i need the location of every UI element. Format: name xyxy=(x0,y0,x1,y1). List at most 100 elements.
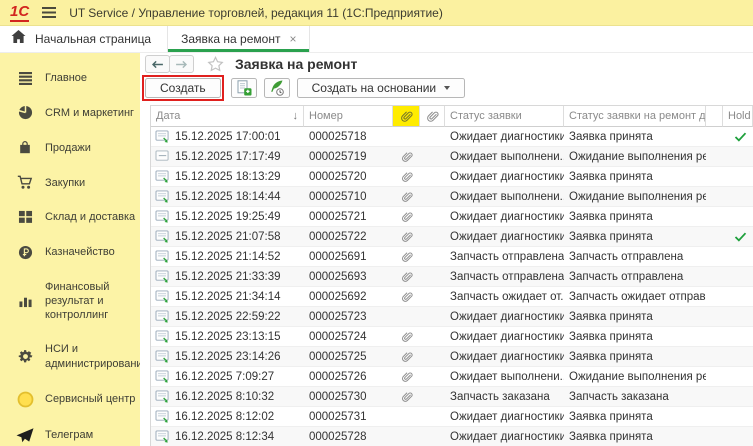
cell-attachment xyxy=(393,187,420,206)
repair-requests-table: Дата ↓ Номер Статус заявки Статус заявки… xyxy=(150,105,753,446)
sidebar-item-nsi-admin[interactable]: НСИ и администрирование xyxy=(0,332,140,381)
cell-status: Ожидает диагностики xyxy=(445,127,564,146)
date-value: 15.12.2025 19:25:49 xyxy=(175,211,281,223)
column-header-status-client[interactable]: Статус заявки на ремонт для кл... xyxy=(564,106,706,127)
menu-lines-icon xyxy=(16,72,34,85)
table-row[interactable]: 16.12.2025 8:12:34000025728Ожидает диагн… xyxy=(151,427,753,446)
cell-spacer xyxy=(706,207,723,226)
cell-number: 000025719 xyxy=(304,147,393,166)
cell-hold xyxy=(723,287,753,306)
sidebar-item-telegram[interactable]: Телеграм xyxy=(0,418,140,446)
create-button[interactable]: Создать xyxy=(145,78,221,98)
cell-number: 000025726 xyxy=(304,367,393,386)
cell-attachment xyxy=(393,407,420,426)
cell-attachment xyxy=(393,307,420,326)
table-row[interactable]: 15.12.2025 21:33:39000025693Запчасть отп… xyxy=(151,267,753,287)
cell-number: 000025731 xyxy=(304,407,393,426)
table-row[interactable]: 15.12.2025 18:13:29000025720Ожидает диаг… xyxy=(151,167,753,187)
cell-status-client: Запчасть отправлена xyxy=(564,267,706,286)
tab-close-icon[interactable]: × xyxy=(289,33,296,45)
column-header-attachment-highlighted[interactable] xyxy=(393,106,420,127)
document-icon xyxy=(155,150,170,163)
sidebar-item-warehouse[interactable]: Склад и доставка xyxy=(0,200,140,234)
cell-attachment xyxy=(393,327,420,346)
yellow-circle-icon xyxy=(16,391,34,408)
sort-descending-icon: ↓ xyxy=(293,110,299,122)
date-value: 15.12.2025 23:13:15 xyxy=(175,331,281,343)
home-tab-label: Начальная страница xyxy=(35,32,151,46)
sidebar-item-label: CRM и маркетинг xyxy=(45,106,134,120)
copy-document-button[interactable] xyxy=(231,78,257,98)
date-value: 15.12.2025 21:14:52 xyxy=(175,251,281,263)
main-menu-icon[interactable] xyxy=(42,7,56,18)
sidebar-item-crm[interactable]: CRM и маркетинг xyxy=(0,95,140,130)
date-value: 15.12.2025 21:33:39 xyxy=(175,271,281,283)
paper-plane-icon xyxy=(16,428,34,443)
document-posted-icon xyxy=(155,350,170,363)
table-row[interactable]: 15.12.2025 19:25:49000025721Ожидает диаг… xyxy=(151,207,753,227)
cell-attachment xyxy=(393,167,420,186)
cell-hold xyxy=(723,207,753,226)
cell-status-client: Ожидание выполнения ремонта xyxy=(564,367,706,386)
back-button[interactable] xyxy=(145,55,170,73)
sidebar-item-purchases[interactable]: Закупки xyxy=(0,165,140,200)
sidebar-item-sales[interactable]: Продажи xyxy=(0,130,140,165)
table-row[interactable]: 15.12.2025 21:34:14000025692Запчасть ожи… xyxy=(151,287,753,307)
table-row[interactable]: 16.12.2025 8:10:32000025730Запчасть зака… xyxy=(151,387,753,407)
document-posted-icon xyxy=(155,310,170,323)
feather-clock-button[interactable] xyxy=(264,78,290,98)
app-window: 1С UT Service / Управление торговлей, ре… xyxy=(0,0,753,446)
sidebar-item-main[interactable]: Главное xyxy=(0,61,140,95)
document-posted-icon xyxy=(155,370,170,383)
sidebar-item-treasury[interactable]: Казначейство xyxy=(0,235,140,270)
cell-status: Ожидает выполнени... xyxy=(445,147,564,166)
column-header-status[interactable]: Статус заявки xyxy=(445,106,564,127)
table-row[interactable]: 15.12.2025 21:14:52000025691Запчасть отп… xyxy=(151,247,753,267)
cell-date: 15.12.2025 21:33:39 xyxy=(151,267,304,286)
create-based-on-button[interactable]: Создать на основании xyxy=(297,78,466,98)
table-row[interactable]: 15.12.2025 23:14:26000025725Ожидает диаг… xyxy=(151,347,753,367)
cell-spacer xyxy=(706,367,723,386)
table-row[interactable]: 15.12.2025 23:13:15000025724Ожидает диаг… xyxy=(151,327,753,347)
table-row[interactable]: 15.12.2025 17:17:49000025719Ожидает выпо… xyxy=(151,147,753,167)
document-posted-icon xyxy=(155,170,170,183)
table-row[interactable]: 15.12.2025 18:14:44000025710Ожидает выпо… xyxy=(151,187,753,207)
check-icon xyxy=(734,232,747,242)
cell-date: 16.12.2025 8:12:02 xyxy=(151,407,304,426)
forward-button[interactable] xyxy=(169,55,194,73)
sidebar-menu: Главное CRM и маркетинг ПродажиЗакупки Скла… xyxy=(0,53,140,446)
cell-attachment-2 xyxy=(420,307,445,326)
document-posted-icon xyxy=(155,290,170,303)
sidebar-item-label: Казначейство xyxy=(45,245,115,259)
home-tab[interactable]: Начальная страница xyxy=(0,26,167,52)
cell-status-client: Запчасть ожидает отправку xyxy=(564,287,706,306)
document-posted-icon xyxy=(155,250,170,263)
cell-attachment xyxy=(393,147,420,166)
table-row[interactable]: 16.12.2025 7:09:27000025726Ожидает выпол… xyxy=(151,367,753,387)
cell-spacer xyxy=(706,387,723,406)
column-header-date[interactable]: Дата ↓ xyxy=(151,106,304,127)
cell-attachment xyxy=(393,427,420,446)
column-header-hold[interactable]: Hold xyxy=(723,106,753,127)
table-row[interactable]: 15.12.2025 22:59:22000025723Ожидает диаг… xyxy=(151,307,753,327)
cell-date: 16.12.2025 8:10:32 xyxy=(151,387,304,406)
date-value: 15.12.2025 18:13:29 xyxy=(175,171,281,183)
cell-hold xyxy=(723,407,753,426)
sidebar-item-service-center[interactable]: Сервисный центр xyxy=(0,381,140,418)
document-posted-icon xyxy=(155,330,170,343)
cell-attachment xyxy=(393,387,420,406)
column-header-attachment[interactable] xyxy=(420,106,445,127)
favorite-star-icon[interactable] xyxy=(207,56,224,72)
table-row[interactable]: 15.12.2025 21:07:58000025722Ожидает диаг… xyxy=(151,227,753,247)
sidebar-item-label: НСИ и администрирование xyxy=(45,342,140,371)
cell-status: Ожидает диагностики xyxy=(445,167,564,186)
cell-spacer xyxy=(706,327,723,346)
table-row[interactable]: 15.12.2025 17:00:01000025718Ожидает диаг… xyxy=(151,127,753,147)
cell-date: 15.12.2025 22:59:22 xyxy=(151,307,304,326)
cell-number: 000025724 xyxy=(304,327,393,346)
column-header-number[interactable]: Номер xyxy=(304,106,393,127)
tab-repair-request[interactable]: Заявка на ремонт × xyxy=(167,26,310,52)
table-row[interactable]: 16.12.2025 8:12:02000025731Ожидает диагн… xyxy=(151,407,753,427)
sidebar-item-label: Склад и доставка xyxy=(45,210,135,224)
sidebar-item-finance[interactable]: Финансовый результат и контроллинг xyxy=(0,270,140,333)
